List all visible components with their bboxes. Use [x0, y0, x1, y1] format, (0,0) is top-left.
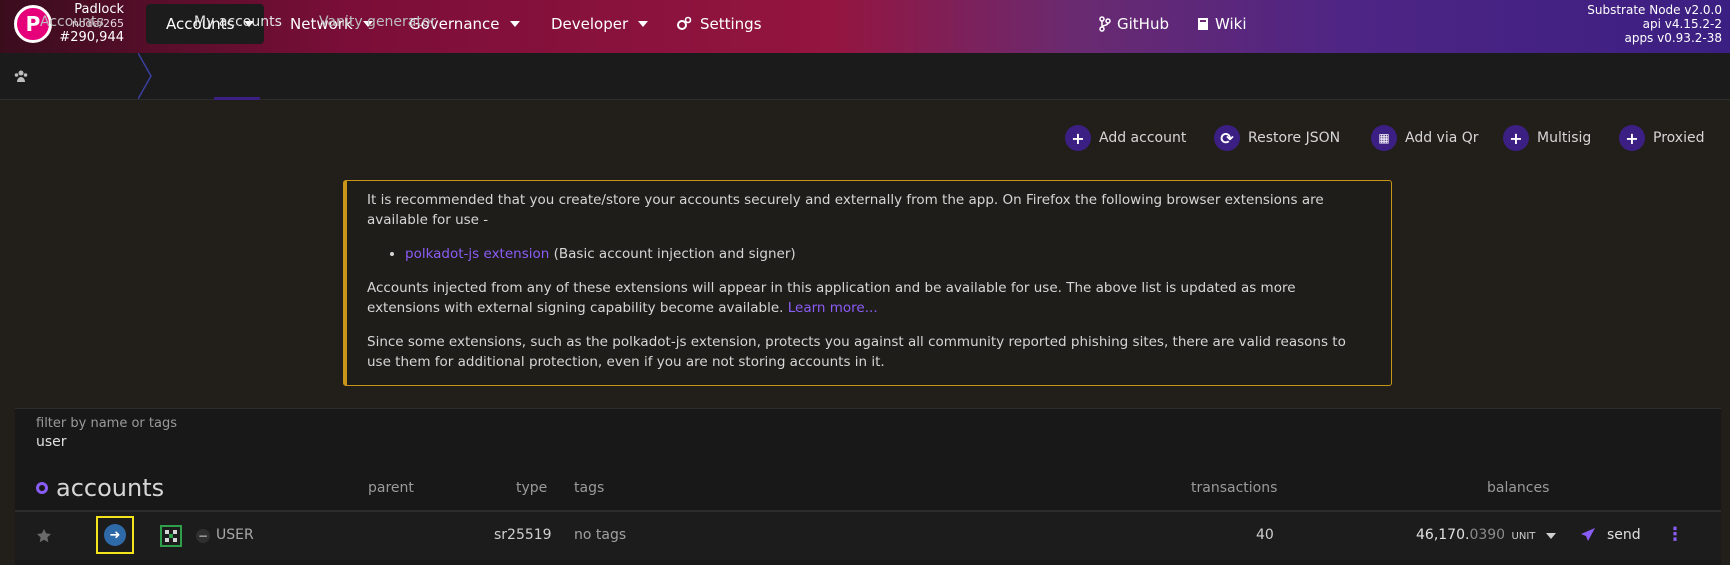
notice-intro: It is recommended that you create/store … [367, 192, 1324, 228]
gears-icon [677, 16, 692, 30]
version-info: Substrate Node v2.0.0 api v4.15.2-2 apps… [1587, 3, 1722, 45]
breadcrumb-separator [138, 53, 152, 99]
add-account-button[interactable]: + Add account [1065, 125, 1186, 151]
account-balance[interactable]: 46,170.0390 UNIT [1416, 527, 1556, 543]
notice-injected: Accounts injected from any of these exte… [367, 280, 1296, 316]
extension-list-item: polkadot-js extension (Basic account inj… [405, 244, 1369, 264]
sync-icon: ⟳ [1214, 125, 1240, 151]
chevron-down-icon [638, 21, 649, 27]
minus-icon[interactable]: − [196, 529, 210, 543]
proxied-button[interactable]: + Proxied [1619, 125, 1704, 151]
accounts-title: accounts [36, 474, 164, 502]
col-parent: parent [368, 480, 414, 496]
chevron-down-icon [509, 21, 520, 27]
link-github[interactable]: GitHub [1099, 4, 1169, 44]
col-transactions: transactions [1191, 480, 1278, 496]
block-number: #290,944 [59, 30, 124, 45]
nav-developer[interactable]: Developer [551, 4, 649, 44]
book-icon [1198, 18, 1208, 30]
arrow-right-icon[interactable]: ➜ [104, 524, 126, 546]
account-type: sr25519 [494, 527, 552, 543]
toggle-dot-icon[interactable] [36, 482, 48, 494]
col-tags: tags [574, 480, 605, 496]
star-icon[interactable] [36, 528, 52, 544]
extension-notice: It is recommended that you create/store … [343, 180, 1392, 386]
filter-input[interactable]: user [36, 434, 67, 450]
filter-label: filter by name or tags [36, 416, 177, 431]
paper-plane-icon [1581, 528, 1595, 541]
plus-icon: + [1065, 125, 1091, 151]
account-tags[interactable]: no tags [574, 527, 626, 543]
notice-phishing: Since some extensions, such as the polka… [367, 334, 1346, 370]
add-via-qr-button[interactable]: ▦ Add via Qr [1371, 125, 1479, 151]
link-wiki[interactable]: Wiki [1197, 4, 1247, 44]
identicon[interactable] [160, 525, 182, 547]
more-vertical-icon[interactable]: ⋮ [1666, 525, 1684, 545]
sub-navbar [0, 53, 1730, 100]
multisig-button[interactable]: + Multisig [1503, 125, 1591, 151]
nav-settings[interactable]: Settings [676, 4, 762, 44]
account-name[interactable]: USER [216, 527, 254, 543]
qrcode-icon: ▦ [1371, 125, 1397, 151]
polkadot-extension-link[interactable]: polkadot-js extension [405, 246, 549, 262]
learn-more-link[interactable]: Learn more... [788, 300, 878, 316]
col-type: type [516, 480, 548, 496]
plus-icon: + [1619, 125, 1645, 151]
restore-json-button[interactable]: ⟳ Restore JSON [1214, 125, 1340, 151]
account-transactions: 40 [1256, 527, 1274, 543]
tab-my-accounts[interactable]: My accounts [194, 14, 282, 30]
chevron-down-icon [1545, 533, 1556, 539]
tab-vanity-generator[interactable]: Vanity generator [319, 14, 436, 30]
send-button[interactable]: send [1607, 527, 1641, 543]
users-icon [14, 70, 28, 82]
breadcrumb-accounts: Accounts [40, 14, 104, 30]
col-balances: balances [1487, 480, 1550, 496]
active-tab-indicator [214, 97, 260, 100]
code-branch-icon [1099, 16, 1111, 32]
plus-icon: + [1503, 125, 1529, 151]
